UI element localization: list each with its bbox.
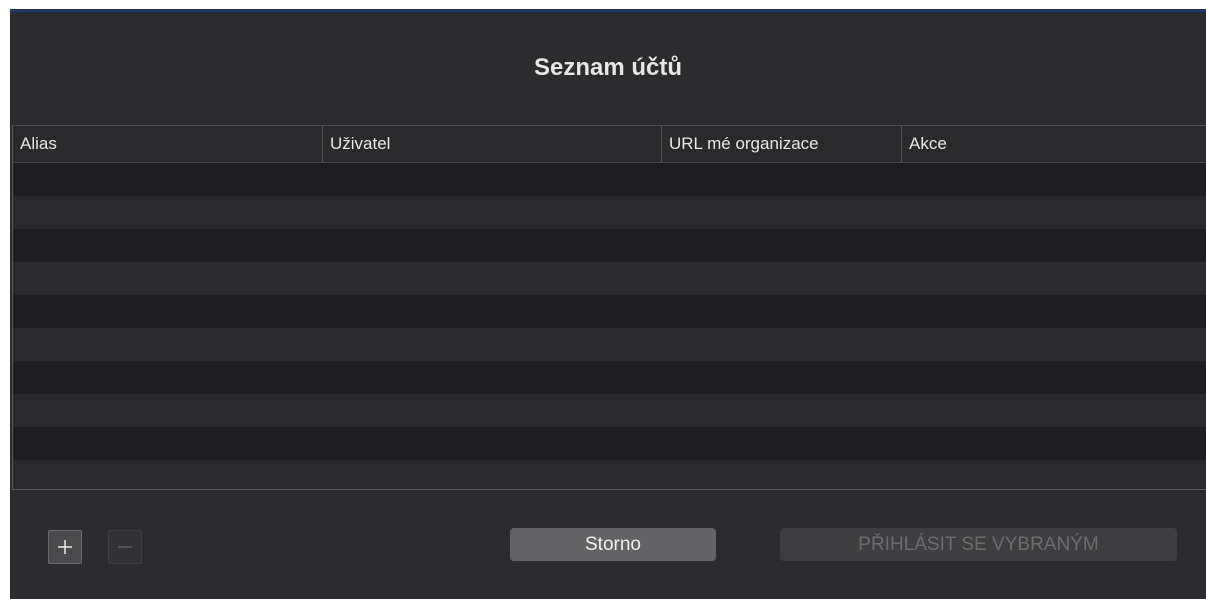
remove-account-button[interactable]: [108, 530, 142, 564]
column-header-org-url[interactable]: URL mé organizace: [661, 126, 901, 162]
cancel-button[interactable]: Storno: [510, 528, 716, 561]
table-row[interactable]: [13, 394, 1206, 427]
login-selected-button[interactable]: PŘIHLÁSIT SE VYBRANÝM: [780, 528, 1177, 561]
table-row[interactable]: [13, 196, 1206, 229]
background-window-edge: [0, 0, 10, 599]
table-row[interactable]: [13, 361, 1206, 394]
table-row[interactable]: [13, 229, 1206, 262]
dialog-title: Seznam účtů: [533, 54, 683, 81]
account-list-dialog: Seznam účtů Alias Uživatel URL mé organi…: [10, 12, 1206, 599]
table-row[interactable]: [13, 328, 1206, 361]
plus-icon: [58, 540, 72, 554]
table-row[interactable]: [13, 427, 1206, 460]
column-header-actions[interactable]: Akce: [901, 126, 1206, 162]
add-account-button[interactable]: [48, 530, 82, 564]
table-row[interactable]: [13, 295, 1206, 328]
window-top-edge: [0, 0, 1206, 12]
accounts-table: Alias Uživatel URL mé organizace Akce: [12, 125, 1206, 490]
table-body: [13, 163, 1206, 489]
table-header: Alias Uživatel URL mé organizace Akce: [13, 125, 1206, 163]
table-row[interactable]: [13, 460, 1206, 489]
column-header-user[interactable]: Uživatel: [322, 126, 661, 162]
table-row[interactable]: [13, 262, 1206, 295]
table-row[interactable]: [13, 163, 1206, 196]
minus-icon: [118, 546, 132, 548]
column-header-alias[interactable]: Alias: [13, 126, 322, 162]
